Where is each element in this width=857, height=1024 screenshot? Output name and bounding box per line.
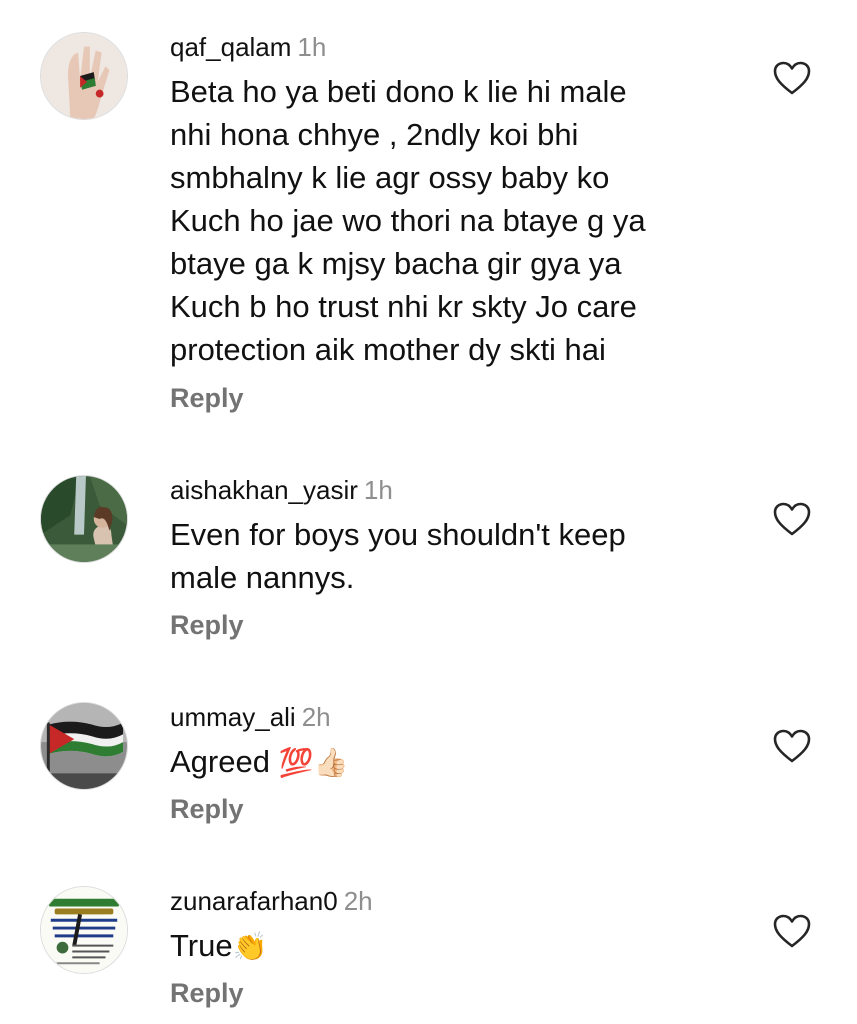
comment-line: Beta ho ya beti dono k lie hi male (170, 74, 627, 109)
timestamp: 1h (297, 32, 327, 62)
username[interactable]: qaf_qalam (170, 32, 291, 62)
comment-line: Agreed 💯👍🏻 (170, 740, 730, 784)
comment-item: aishakhan_yasir 1h Even for boys you shou… (0, 473, 857, 653)
avatar[interactable] (40, 702, 128, 790)
comment-line: smbhalny k lie agr ossy baby ko (170, 160, 610, 195)
hand-painted-flag-avatar (41, 33, 127, 119)
comment-header: zunarafarhan0 2h (170, 884, 373, 918)
heart-outline-icon[interactable] (772, 60, 812, 96)
woman-waterfall-avatar (41, 476, 127, 562)
timestamp: 1h (363, 475, 393, 505)
comment-text: True👏 (170, 924, 730, 968)
comment-item: qaf_qalam 1h Beta ho ya beti dono k lie h… (0, 30, 857, 420)
timestamp: 2h (301, 702, 331, 732)
comment-line: nhi hona chhye , 2ndly koi bhi (170, 117, 579, 152)
clapping-hands-emoji: 👏 (232, 930, 268, 963)
avatar[interactable] (40, 886, 128, 974)
comment-line: btaye ga k mjsy bacha gir gya ya (170, 246, 622, 281)
comment-words: True (170, 928, 233, 963)
reply-button[interactable]: Reply (170, 608, 244, 642)
urdu-poster-avatar (41, 887, 127, 973)
heart-outline-icon[interactable] (772, 913, 812, 949)
comment-line: protection aik mother dy skti hai (170, 332, 606, 367)
comment-text: Beta ho ya beti dono k lie hi male nhi h… (170, 70, 730, 371)
comment-text: Even for boys you shouldn't keep male na… (170, 513, 730, 599)
username[interactable]: zunarafarhan0 (170, 886, 338, 916)
username[interactable]: aishakhan_yasir (170, 475, 358, 505)
comment-header: ummay_ali 2h (170, 700, 331, 734)
comment-line: True👏 (170, 924, 730, 968)
palestine-flag-avatar (41, 703, 127, 789)
avatar[interactable] (40, 475, 128, 563)
reply-button[interactable]: Reply (170, 381, 244, 415)
hundred-thumbs-up-emoji: 💯👍🏻 (278, 746, 349, 779)
comment-header: aishakhan_yasir 1h (170, 473, 393, 507)
heart-outline-icon[interactable] (772, 501, 812, 537)
heart-outline-icon[interactable] (772, 728, 812, 764)
timestamp: 2h (343, 886, 373, 916)
comment-header: qaf_qalam 1h (170, 30, 326, 64)
comment-item: ummay_ali 2h Agreed 💯👍🏻 Reply (0, 700, 857, 830)
comment-item: zunarafarhan0 2h True👏 Reply (0, 884, 857, 1019)
comment-line: male nannys. (170, 560, 355, 595)
reply-button[interactable]: Reply (170, 976, 244, 1010)
comment-line: Kuch ho jae wo thori na btaye g ya (170, 203, 646, 238)
avatar[interactable] (40, 32, 128, 120)
comment-line: Even for boys you shouldn't keep (170, 517, 626, 552)
comment-line: Kuch b ho trust nhi kr skty Jo care (170, 289, 637, 324)
username[interactable]: ummay_ali (170, 702, 296, 732)
reply-button[interactable]: Reply (170, 792, 244, 826)
comment-text: Agreed 💯👍🏻 (170, 740, 730, 784)
comment-words: Agreed (170, 744, 270, 779)
